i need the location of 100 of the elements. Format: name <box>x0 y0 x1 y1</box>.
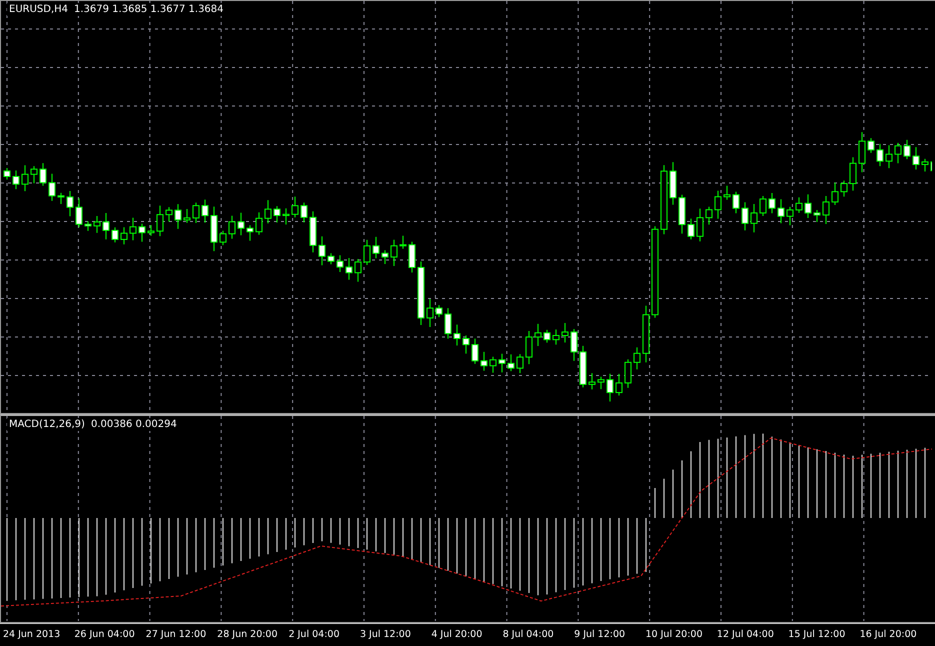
time-axis-label: 27 Jun 12:00 <box>146 629 208 642</box>
time-axis-label: 3 Jul 12:00 <box>360 629 412 642</box>
candlestick <box>390 239 398 267</box>
candlestick <box>138 223 146 242</box>
candlestick <box>336 254 344 273</box>
candlestick <box>282 208 290 226</box>
candlestick <box>192 202 200 224</box>
candlestick <box>930 161 932 172</box>
candlestick <box>76 198 82 228</box>
candlestick <box>678 194 686 234</box>
candlestick <box>166 206 172 222</box>
time-axis-label: 4 Jul 20:00 <box>431 629 484 642</box>
candlestick <box>840 180 848 198</box>
candlestick <box>346 258 352 280</box>
candlestick <box>768 192 776 214</box>
candlestick <box>454 324 460 346</box>
candlestick <box>660 164 668 235</box>
candlestick <box>724 185 730 200</box>
candlestick <box>490 356 496 374</box>
candlestick <box>922 158 928 172</box>
candlestick <box>22 164 28 192</box>
candlestick <box>94 215 100 234</box>
candlestick <box>606 373 614 402</box>
candlestick <box>120 226 128 245</box>
candlestick <box>886 144 892 169</box>
candlestick <box>714 190 722 220</box>
candlestick <box>238 212 244 236</box>
candlestick <box>174 204 182 230</box>
candlestick <box>112 226 118 243</box>
candlestick <box>148 224 154 236</box>
candlestick <box>508 354 514 372</box>
candlestick <box>274 206 280 224</box>
time-axis-label: 24 Jun 2013 <box>3 629 62 642</box>
candlestick <box>742 202 748 231</box>
candlestick <box>292 196 298 218</box>
candlestick <box>552 329 560 346</box>
candlestick <box>130 217 136 241</box>
candlestick <box>588 372 596 390</box>
candlestick <box>156 205 164 237</box>
candlestick <box>858 132 866 173</box>
candlestick <box>264 200 272 224</box>
candlestick <box>634 346 640 370</box>
candlestick <box>472 338 478 364</box>
candlestick <box>526 330 532 365</box>
indicator-title: MACD(12,26,9) <box>9 419 85 430</box>
candlestick <box>328 252 334 265</box>
candlestick <box>822 195 830 224</box>
candlestick <box>84 220 92 232</box>
candlestick <box>300 202 308 223</box>
candlestick <box>850 156 856 192</box>
candlestick <box>202 199 208 224</box>
candlestick <box>804 194 812 218</box>
candlestick <box>220 230 226 246</box>
candlestick <box>516 354 524 374</box>
candlestick <box>480 351 488 372</box>
candlestick <box>382 250 388 265</box>
candlestick <box>598 376 604 390</box>
candlestick <box>40 162 46 186</box>
time-axis-label: 16 Jul 20:00 <box>860 629 918 642</box>
candlestick <box>66 190 74 217</box>
time-axis-label: 12 Jul 04:00 <box>716 629 775 642</box>
symbol-title: EURUSD,H4 <box>9 4 68 15</box>
candlestick <box>310 210 316 253</box>
candlestick <box>796 196 802 214</box>
time-axis-label: 28 Jun 20:00 <box>217 629 279 642</box>
candlestick <box>832 182 838 206</box>
candlestick <box>318 236 326 266</box>
candlestick <box>408 241 416 273</box>
candlestick <box>354 258 362 282</box>
time-axis-label: 26 Jun 04:00 <box>74 629 136 642</box>
candlestick <box>670 162 676 206</box>
candlestick <box>444 308 452 340</box>
candlestick <box>534 323 542 347</box>
candlestick <box>732 191 740 214</box>
indicator-values: 0.00386 0.00294 <box>90 419 177 430</box>
candlestick <box>688 218 694 240</box>
candlestick <box>426 298 434 328</box>
time-axis-label: 15 Jul 12:00 <box>788 629 846 642</box>
candlestick <box>616 373 622 396</box>
candlestick <box>894 142 902 164</box>
candlestick <box>30 166 38 184</box>
candlestick <box>372 236 380 259</box>
candlestick <box>786 206 794 226</box>
candlestick <box>210 206 218 252</box>
candlestick <box>246 224 254 242</box>
candlestick <box>624 358 632 388</box>
candlestick <box>12 170 20 190</box>
candlestick <box>876 143 884 167</box>
time-axis-label: 2 Jul 04:00 <box>288 629 340 642</box>
candlestick <box>778 198 784 224</box>
candlestick <box>58 192 64 204</box>
time-axis-label: 8 Jul 04:00 <box>502 629 555 642</box>
candlestick <box>462 335 470 354</box>
candlestick <box>184 208 190 224</box>
candlestick <box>498 353 506 373</box>
candlestick <box>228 215 236 240</box>
candlestick <box>904 139 910 160</box>
candlestick <box>750 203 758 233</box>
candlestick <box>418 260 424 326</box>
candlestick <box>4 168 10 180</box>
